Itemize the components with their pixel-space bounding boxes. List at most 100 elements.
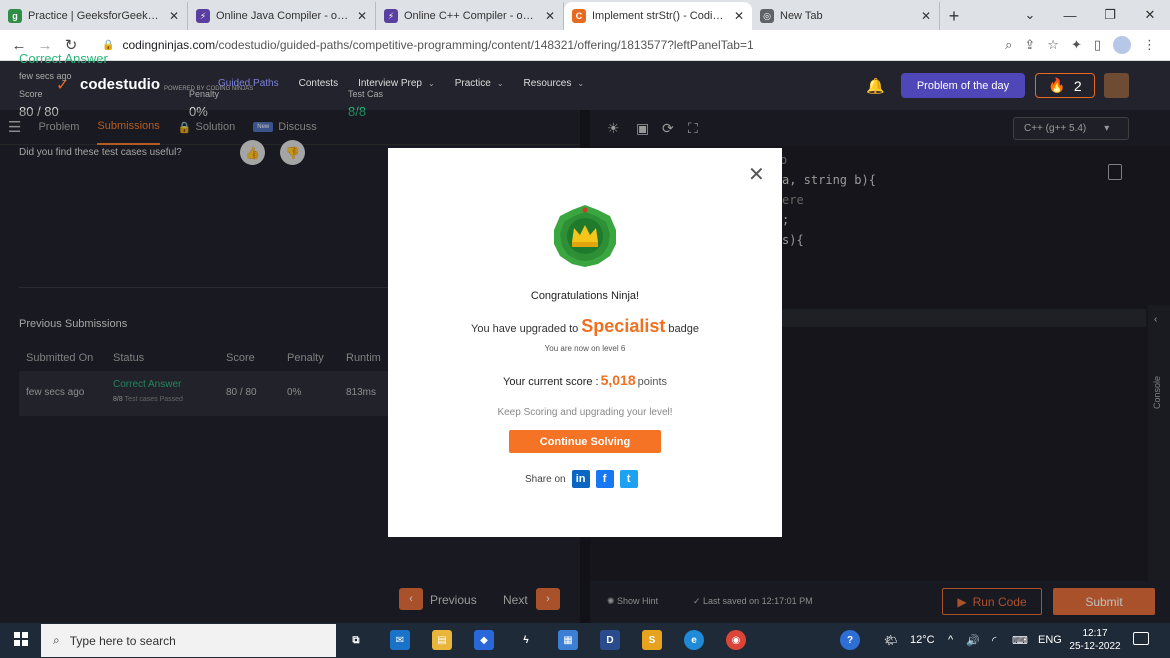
twitter-icon[interactable]: t <box>619 470 638 488</box>
score-label: Score <box>19 89 43 99</box>
linkedin-icon[interactable]: in <box>571 470 590 488</box>
sidebar-icon[interactable]: ▯ <box>1094 37 1101 53</box>
upgraded-text: You have upgraded to Specialist badge <box>471 316 699 336</box>
temperature[interactable]: 12°C <box>910 634 935 646</box>
store-icon[interactable]: ▦ <box>558 630 578 650</box>
nav-interview-prep[interactable]: Interview Prep ⌄ <box>358 78 435 89</box>
windows-start-icon[interactable] <box>14 632 28 646</box>
power-automate-icon[interactable]: ϟ <box>516 630 536 650</box>
volume-icon[interactable]: 🔊 <box>966 634 980 647</box>
file-explorer-icon[interactable]: ▤ <box>432 630 452 650</box>
nav-practice[interactable]: Practice ⌄ <box>455 78 504 89</box>
codingninjas-favicon-icon: C <box>572 9 586 23</box>
level-text: You are now on level 6 <box>544 344 626 353</box>
chrome-favicon-icon: ◎ <box>760 9 774 23</box>
flame-icon: 🔥 <box>1048 77 1066 93</box>
close-window-icon[interactable]: ✕ <box>1130 0 1170 30</box>
browser-tab-cpp-compiler[interactable]: ⚡ Online C++ Compiler - online ✕ <box>376 2 564 30</box>
kebab-menu-icon[interactable]: ⋮ <box>1143 37 1156 53</box>
clock-date: 25-12-2022 <box>1069 641 1121 652</box>
profile-avatar[interactable] <box>1113 36 1131 54</box>
logo-text: codestudio <box>80 75 161 93</box>
streak-badge[interactable]: 🔥 2 <box>1035 73 1095 98</box>
browser-tab-new-tab[interactable]: ◎ New Tab ✕ <box>752 2 940 30</box>
tab-close-icon[interactable]: ✕ <box>921 9 931 23</box>
tab-close-icon[interactable]: ✕ <box>734 9 744 23</box>
testcases-label: Test Cas <box>348 89 384 99</box>
share-icon[interactable]: ⇪ <box>1024 37 1035 53</box>
submission-time: few secs ago <box>19 71 72 81</box>
clock-time: 12:17 <box>1082 628 1108 639</box>
address-bar: ← → ↻ 🔒 codingninjas.com/codestudio/guid… <box>0 30 1170 61</box>
chevron-down-icon: ⌄ <box>496 79 504 88</box>
tab-close-icon[interactable]: ✕ <box>545 9 555 23</box>
extensions-puzzle-icon[interactable]: ✦ <box>1071 37 1082 53</box>
tab-title: Practice | GeeksforGeeks | A c <box>28 10 163 22</box>
url-path: /codestudio/guided-paths/competitive-pro… <box>215 38 754 52</box>
tab-close-icon[interactable]: ✕ <box>357 9 367 23</box>
badge-name: Specialist <box>581 316 666 336</box>
tab-title: New Tab <box>780 10 823 22</box>
browser-tab-java-compiler[interactable]: ⚡ Online Java Compiler - online ✕ <box>188 2 376 30</box>
notification-bell-icon[interactable]: 🔔 <box>866 77 885 95</box>
tab-title: Online C++ Compiler - online <box>404 10 539 22</box>
url-field[interactable]: 🔒 codingninjas.com/codestudio/guided-pat… <box>92 33 1005 57</box>
browser-tab-bar: g Practice | GeeksforGeeks | A c ✕ ⚡ Onl… <box>0 0 1170 30</box>
site-nav: Guided Paths Contests Interview Prep ⌄ Pr… <box>218 78 584 89</box>
window-controls: ⌄ — ❐ ✕ <box>1010 0 1170 30</box>
lock-icon: 🔒 <box>102 39 115 51</box>
keyboard-icon[interactable]: ⌨ <box>1012 634 1028 647</box>
mail-icon[interactable]: ✉ <box>390 630 410 650</box>
nav-contests[interactable]: Contests <box>299 78 338 89</box>
compiler-favicon-icon: ⚡ <box>384 9 398 23</box>
tab-search-chevron-icon[interactable]: ⌄ <box>1010 0 1050 30</box>
taskbar-clock[interactable]: 12:17 25-12-2022 <box>1066 627 1124 653</box>
address-bar-actions: ⌕ ⇪ ☆ ✦ ▯ ⋮ <box>1005 36 1156 54</box>
nav-resources[interactable]: Resources ⌄ <box>524 78 585 89</box>
streak-count: 2 <box>1073 77 1082 94</box>
weather-icon[interactable]: 🌤 <box>884 634 898 647</box>
badge-upgrade-modal: ✕ Congratulations Ninja! You have upgrad… <box>388 148 782 537</box>
tab-close-icon[interactable]: ✕ <box>169 9 179 23</box>
browser-tab-codestudio[interactable]: C Implement strStr() - Coding N ✕ <box>564 2 752 30</box>
nav-guided-paths[interactable]: Guided Paths <box>218 78 279 89</box>
edge-icon[interactable]: e <box>684 630 704 650</box>
input-language[interactable]: ENG <box>1038 634 1062 646</box>
zoom-icon[interactable]: ⌕ <box>1005 37 1012 53</box>
user-avatar[interactable] <box>1104 73 1129 98</box>
sublime-icon[interactable]: S <box>642 630 662 650</box>
tray-chevron-up-icon[interactable]: ^ <box>948 634 953 646</box>
tab-title: Online Java Compiler - online <box>216 10 351 22</box>
geeksforgeeks-favicon-icon: g <box>8 9 22 23</box>
close-icon[interactable]: ✕ <box>748 162 765 187</box>
restore-icon[interactable]: ❐ <box>1090 0 1130 30</box>
continue-solving-button[interactable]: Continue Solving <box>509 430 661 453</box>
facebook-icon[interactable]: f <box>595 470 614 488</box>
notifications-icon[interactable] <box>1133 632 1149 645</box>
specialist-badge-icon <box>554 205 616 267</box>
dropbox-icon[interactable]: ◆ <box>474 630 494 650</box>
url-domain: codingninjas.com <box>122 38 216 52</box>
bookmark-star-icon[interactable]: ☆ <box>1047 37 1059 53</box>
score-number: 5,018 <box>600 372 636 388</box>
congrats-text: Congratulations Ninja! <box>530 290 640 302</box>
minimize-icon[interactable]: — <box>1050 0 1090 30</box>
wifi-icon[interactable]: ◜ <box>992 634 996 647</box>
chrome-icon[interactable]: ◉ <box>726 630 746 650</box>
task-view-icon[interactable]: ⧉ <box>346 630 366 650</box>
tab-title: Implement strStr() - Coding N <box>592 10 728 22</box>
browser-tab-geeksforgeeks[interactable]: g Practice | GeeksforGeeks | A c ✕ <box>0 2 188 30</box>
share-row: Share on in f t <box>525 470 638 488</box>
submission-status: Correct Answer <box>19 51 108 66</box>
compiler-favicon-icon: ⚡ <box>196 9 210 23</box>
taskbar-search-input[interactable]: ⌕ Type here to search <box>41 624 336 657</box>
chevron-down-icon: ⌄ <box>428 79 435 88</box>
share-label: Share on <box>525 473 566 485</box>
current-score: Your current score :5,018 points <box>503 372 667 388</box>
chevron-down-icon: ⌄ <box>577 79 585 88</box>
help-icon[interactable]: ? <box>840 630 860 650</box>
keep-scoring-text: Keep Scoring and upgrading your level! <box>497 407 673 418</box>
new-tab-plus-icon[interactable]: + <box>940 2 968 30</box>
dev-icon[interactable]: D <box>600 630 620 650</box>
problem-of-the-day-button[interactable]: Problem of the day <box>901 73 1025 98</box>
